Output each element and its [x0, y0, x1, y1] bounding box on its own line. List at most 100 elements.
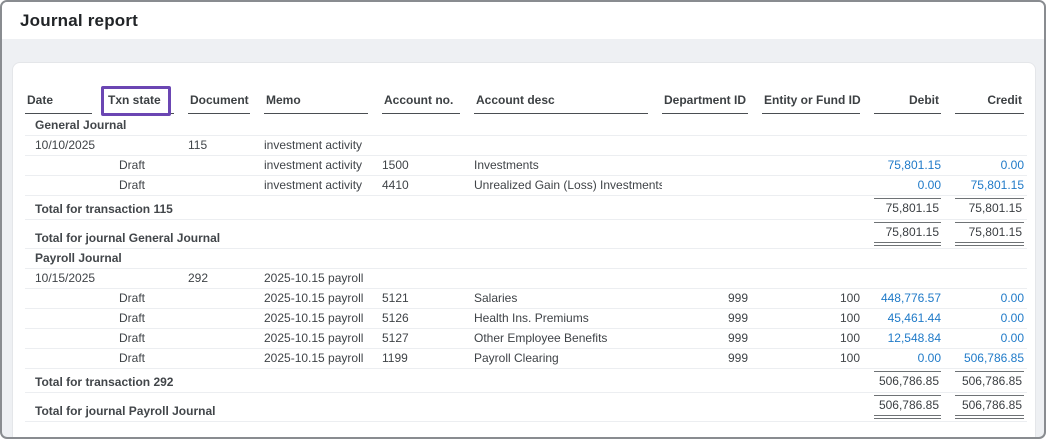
cell-department_id: 999 — [662, 309, 762, 329]
cell-account_desc — [474, 136, 662, 156]
cell-txn_state: Draft — [106, 329, 188, 349]
cell-debit[interactable]: 12,548.84 — [874, 329, 955, 349]
section-label: Payroll Journal — [25, 249, 1027, 269]
journal-line-row: Draft2025-10.15 payroll1199Payroll Clear… — [25, 349, 1027, 369]
cell-account_no — [382, 269, 474, 289]
total-label: Total for journal Payroll Journal — [25, 393, 874, 422]
cell-entity_or_fund_id: 100 — [762, 329, 874, 349]
cell-credit[interactable]: 0.00 — [955, 289, 1027, 309]
report-card: DateTxn stateDocumentMemoAccount no.Acco… — [12, 62, 1036, 439]
cell-debit[interactable]: 0.00 — [874, 176, 955, 196]
cell-memo: 2025-10.15 payroll — [264, 309, 382, 329]
total-row: Total for transaction 11575,801.1575,801… — [25, 196, 1027, 220]
cell-account_no: 1199 — [382, 349, 474, 369]
cell-entity_or_fund_id — [762, 176, 874, 196]
cell-credit[interactable]: 506,786.85 — [955, 349, 1027, 369]
cell-credit[interactable]: 0.00 — [955, 329, 1027, 349]
cell-document — [188, 156, 264, 176]
column-header-memo: Memo — [264, 89, 382, 116]
total-debit: 506,786.85 — [874, 369, 955, 393]
cell-debit[interactable]: 448,776.57 — [874, 289, 955, 309]
column-header-txn_state: Txn state — [106, 89, 188, 116]
cell-memo: 2025-10.15 payroll — [264, 289, 382, 309]
table-header: DateTxn stateDocumentMemoAccount no.Acco… — [25, 89, 1027, 116]
cell-debit — [874, 269, 955, 289]
cell-department_id: 999 — [662, 329, 762, 349]
cell-document: 292 — [188, 269, 264, 289]
column-header-debit: Debit — [874, 89, 955, 116]
cell-department_id — [662, 136, 762, 156]
column-header-department_id: Department ID — [662, 89, 762, 116]
cell-date — [25, 156, 106, 176]
cell-account_desc: Payroll Clearing — [474, 349, 662, 369]
column-header-credit: Credit — [955, 89, 1027, 116]
total-debit: 506,786.85 — [874, 393, 955, 422]
cell-document — [188, 349, 264, 369]
cell-account_desc: Investments — [474, 156, 662, 176]
section-row: Payroll Journal — [25, 249, 1027, 269]
page-title: Journal report — [20, 11, 138, 31]
total-label: Total for transaction 115 — [25, 196, 874, 220]
total-row: Total for transaction 292506,786.85506,7… — [25, 369, 1027, 393]
cell-credit[interactable]: 0.00 — [955, 156, 1027, 176]
cell-debit[interactable]: 75,801.15 — [874, 156, 955, 176]
total-row: Total for journal Payroll Journal506,786… — [25, 393, 1027, 422]
cell-document: 115 — [188, 136, 264, 156]
cell-entity_or_fund_id: 100 — [762, 309, 874, 329]
total-credit: 75,801.15 — [955, 196, 1027, 220]
cell-memo: 2025-10.15 payroll — [264, 349, 382, 369]
cell-account_no — [382, 136, 474, 156]
transaction-row: 10/15/20252922025-10.15 payroll — [25, 269, 1027, 289]
section-label: General Journal — [25, 116, 1027, 136]
journal-line-row: Draftinvestment activity4410Unrealized G… — [25, 176, 1027, 196]
total-credit: 506,786.85 — [955, 393, 1027, 422]
cell-txn_state — [106, 269, 188, 289]
transaction-row: 10/10/2025115investment activity — [25, 136, 1027, 156]
cell-account_desc: Health Ins. Premiums — [474, 309, 662, 329]
column-header-account_desc: Account desc — [474, 89, 662, 116]
cell-debit[interactable]: 0.00 — [874, 349, 955, 369]
journal-report-table: DateTxn stateDocumentMemoAccount no.Acco… — [25, 89, 1027, 439]
cell-department_id — [662, 156, 762, 176]
cell-date: 10/10/2025 — [25, 136, 106, 156]
cell-txn_state: Draft — [106, 176, 188, 196]
total-credit: 506,786.85 — [955, 369, 1027, 393]
journal-line-row: Draft2025-10.15 payroll5126Health Ins. P… — [25, 309, 1027, 329]
cell-txn_state — [106, 136, 188, 156]
spacer-row — [25, 422, 1027, 439]
total-row: Total for journal General Journal75,801.… — [25, 220, 1027, 249]
journal-line-row: Draftinvestment activity1500Investments7… — [25, 156, 1027, 176]
cell-date — [25, 176, 106, 196]
cell-debit[interactable]: 45,461.44 — [874, 309, 955, 329]
cell-account_no: 4410 — [382, 176, 474, 196]
total-debit: 75,801.15 — [874, 220, 955, 249]
cell-document — [188, 289, 264, 309]
column-header-account_no: Account no. — [382, 89, 474, 116]
cell-document — [188, 309, 264, 329]
cell-date — [25, 349, 106, 369]
cell-account_desc: Other Employee Benefits — [474, 329, 662, 349]
cell-entity_or_fund_id: 100 — [762, 289, 874, 309]
cell-txn_state: Draft — [106, 156, 188, 176]
cell-account_no: 1500 — [382, 156, 474, 176]
cell-txn_state: Draft — [106, 309, 188, 329]
journal-line-row: Draft2025-10.15 payroll5121Salaries99910… — [25, 289, 1027, 309]
cell-credit[interactable]: 75,801.15 — [955, 176, 1027, 196]
total-debit: 75,801.15 — [874, 196, 955, 220]
column-header-document: Document — [188, 89, 264, 116]
cell-date: 10/15/2025 — [25, 269, 106, 289]
cell-entity_or_fund_id — [762, 156, 874, 176]
column-header-entity_or_fund_id: Entity or Fund ID — [762, 89, 874, 116]
total-credit: 75,801.15 — [955, 220, 1027, 249]
cell-credit — [955, 136, 1027, 156]
journal-line-row: Draft 2025-10.15 payroll5127Other Employe… — [25, 329, 1027, 349]
cell-entity_or_fund_id: 100 — [762, 349, 874, 369]
cell-memo: 2025-10.15 payroll — [264, 329, 382, 349]
cell-debit — [874, 136, 955, 156]
cell-memo: investment activity — [264, 176, 382, 196]
cell-account_no: 5127 — [382, 329, 474, 349]
cell-entity_or_fund_id — [762, 136, 874, 156]
cell-date — [25, 329, 106, 349]
cell-document — [188, 329, 264, 349]
cell-credit[interactable]: 0.00 — [955, 309, 1027, 329]
